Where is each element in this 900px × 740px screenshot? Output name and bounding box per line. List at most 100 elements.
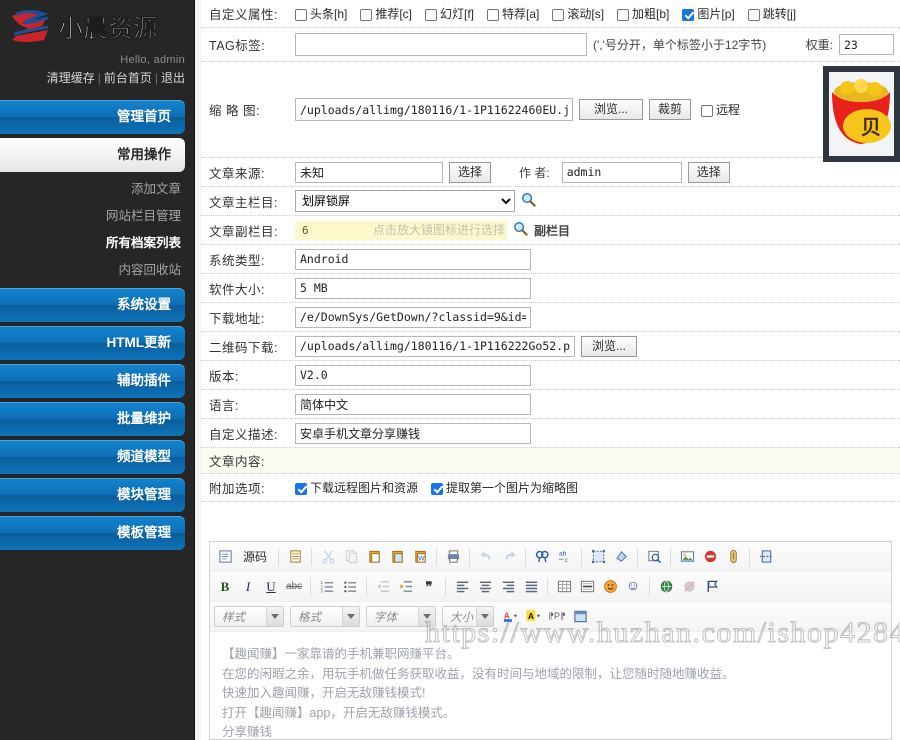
align-right-icon[interactable] xyxy=(497,576,519,598)
attr-jiacu[interactable]: 加粗[b] xyxy=(617,5,669,22)
extra-extract-thumb[interactable]: 提取第一个图片为缩略图 xyxy=(431,479,578,496)
thumbnail-browse-button[interactable]: 浏览... xyxy=(579,99,644,120)
size-dropdown[interactable]: 大小 xyxy=(442,606,494,627)
extra-download-remote-checkbox[interactable] xyxy=(295,482,307,495)
special-char-icon[interactable]: ☺ xyxy=(622,576,644,598)
link-icon[interactable] xyxy=(655,576,677,598)
qrcode-browse-button[interactable]: 浏览... xyxy=(581,335,638,357)
find-icon[interactable] xyxy=(531,546,553,568)
attr-huandeng-checkbox[interactable] xyxy=(425,8,438,21)
remove-format-icon[interactable] xyxy=(610,546,632,568)
flash-icon[interactable] xyxy=(699,546,721,568)
undo-icon[interactable] xyxy=(475,546,497,568)
horizontal-rule-icon[interactable] xyxy=(576,576,598,598)
nav-channel-model[interactable]: 频道模型 xyxy=(0,440,185,474)
paste-text-icon[interactable] xyxy=(386,546,408,568)
attr-tuijian-checkbox[interactable] xyxy=(360,8,373,21)
custom-description-input[interactable] xyxy=(295,422,531,444)
bulleted-list-icon[interactable] xyxy=(339,576,361,598)
attr-toutiao-checkbox[interactable] xyxy=(295,8,307,21)
underline-icon[interactable]: U xyxy=(260,576,282,598)
attr-tejian[interactable]: 特荐[a] xyxy=(487,5,539,22)
nav-template-manage[interactable]: 模板管理 xyxy=(0,516,185,550)
source-icon[interactable] xyxy=(214,546,236,568)
extra-download-remote[interactable]: 下载远程图片和资源 xyxy=(295,479,418,496)
bold-icon[interactable]: B xyxy=(214,576,236,598)
print-icon[interactable] xyxy=(442,546,464,568)
thumbnail-remote-checkbox[interactable] xyxy=(701,104,714,117)
select-all-icon[interactable] xyxy=(587,546,609,568)
italic-icon[interactable]: I xyxy=(237,576,259,598)
numbered-list-icon[interactable]: 123 xyxy=(316,576,338,598)
attr-jiacu-checkbox[interactable] xyxy=(617,8,630,21)
page-break-icon[interactable] xyxy=(755,546,777,568)
clear-cache-link[interactable]: 清理缓存 xyxy=(47,71,95,85)
magnifier-icon[interactable] xyxy=(521,192,536,210)
paste-word-icon[interactable]: W xyxy=(409,546,431,568)
source-select-button[interactable]: 选择 xyxy=(449,161,492,183)
strike-icon[interactable]: abc xyxy=(283,576,305,598)
unlink-icon[interactable] xyxy=(678,576,700,598)
sub-column-input[interactable]: 6 点击放大镜图标进行选择 xyxy=(295,220,507,240)
anchor-icon[interactable] xyxy=(701,576,723,598)
paste-icon[interactable] xyxy=(363,546,385,568)
nav-common-operations[interactable]: 常用操作 xyxy=(0,138,185,172)
qrcode-input[interactable] xyxy=(295,335,575,357)
site-logo[interactable]: 小晨资源 xyxy=(0,0,195,50)
attr-tiaozhuan-checkbox[interactable] xyxy=(747,8,760,21)
attr-toutiao[interactable]: 头条[h] xyxy=(295,5,347,22)
attr-tuijian[interactable]: 推荐[c] xyxy=(360,5,412,22)
front-home-link[interactable]: 前台首页 xyxy=(104,71,152,85)
extra-extract-thumb-checkbox[interactable] xyxy=(431,482,444,495)
align-left-icon[interactable] xyxy=(451,576,473,598)
nav-system-settings[interactable]: 系统设置 xyxy=(0,288,185,322)
table-icon[interactable] xyxy=(553,576,575,598)
nav-module-manage[interactable]: 模块管理 xyxy=(0,478,185,512)
attr-gundong-checkbox[interactable] xyxy=(552,8,565,21)
style-dropdown[interactable]: 样式 xyxy=(214,606,284,627)
attr-tupian-checkbox[interactable] xyxy=(682,8,695,21)
format-dropdown[interactable]: 格式 xyxy=(290,606,360,627)
magnifier-icon[interactable] xyxy=(513,221,528,239)
tag-input[interactable] xyxy=(295,33,587,56)
blockquote-icon[interactable]: ❞ xyxy=(418,576,440,598)
attr-gundong[interactable]: 滚动[s] xyxy=(552,5,604,22)
align-center-icon[interactable] xyxy=(474,576,496,598)
source-input[interactable] xyxy=(295,161,443,183)
outdent-icon[interactable] xyxy=(372,576,394,598)
nav-plugins[interactable]: 辅助插件 xyxy=(0,364,185,398)
sub-column-link[interactable]: 副栏目 xyxy=(534,222,570,239)
spellcheck-icon[interactable] xyxy=(643,546,665,568)
sidebar-item-all-archives[interactable]: 所有档案列表 xyxy=(0,230,195,257)
language-input[interactable] xyxy=(295,393,531,415)
copy-icon[interactable] xyxy=(340,546,362,568)
font-dropdown[interactable]: 字体 xyxy=(366,606,436,627)
nav-admin-home[interactable]: 管理首页 xyxy=(0,100,185,134)
attr-tupian[interactable]: 图片[p] xyxy=(682,5,735,22)
sidebar-item-add-article[interactable]: 添加文章 xyxy=(0,176,195,203)
text-color-icon[interactable]: A xyxy=(500,606,522,628)
sidebar-item-recycle-bin[interactable]: 内容回收站 xyxy=(0,257,195,284)
system-type-input[interactable] xyxy=(295,248,531,270)
templates-icon[interactable] xyxy=(284,546,306,568)
image-icon[interactable] xyxy=(676,546,698,568)
logout-link[interactable]: 退出 xyxy=(161,71,185,85)
author-select-button[interactable]: 选择 xyxy=(687,161,730,183)
attr-huandeng[interactable]: 幻灯[f] xyxy=(425,5,474,22)
nav-batch-maintenance[interactable]: 批量维护 xyxy=(0,402,185,436)
smiley-icon[interactable] xyxy=(599,576,621,598)
replace-icon[interactable]: ab c xyxy=(554,546,576,568)
sidebar-item-category-manage[interactable]: 网站栏目管理 xyxy=(0,203,195,230)
editor-content-area[interactable]: 【趣闻赚】一家靠谱的手机兼职网赚平台。 在您的闲暇之余，用玩手机做任务获取收益，… xyxy=(210,632,891,739)
indent-icon[interactable] xyxy=(395,576,417,598)
main-column-select[interactable]: 划屏锁屏 xyxy=(295,190,515,212)
thumbnail-crop-button[interactable]: 裁剪 xyxy=(649,99,692,120)
attachment-icon[interactable] xyxy=(722,546,744,568)
cut-icon[interactable] xyxy=(317,546,339,568)
thumbnail-input[interactable] xyxy=(295,98,573,121)
show-blocks-icon[interactable]: ⁋P⁋ xyxy=(546,606,568,628)
weight-input[interactable] xyxy=(839,34,894,55)
redo-icon[interactable] xyxy=(498,546,520,568)
source-button[interactable]: 源码 xyxy=(237,546,273,568)
author-input[interactable] xyxy=(561,161,682,183)
